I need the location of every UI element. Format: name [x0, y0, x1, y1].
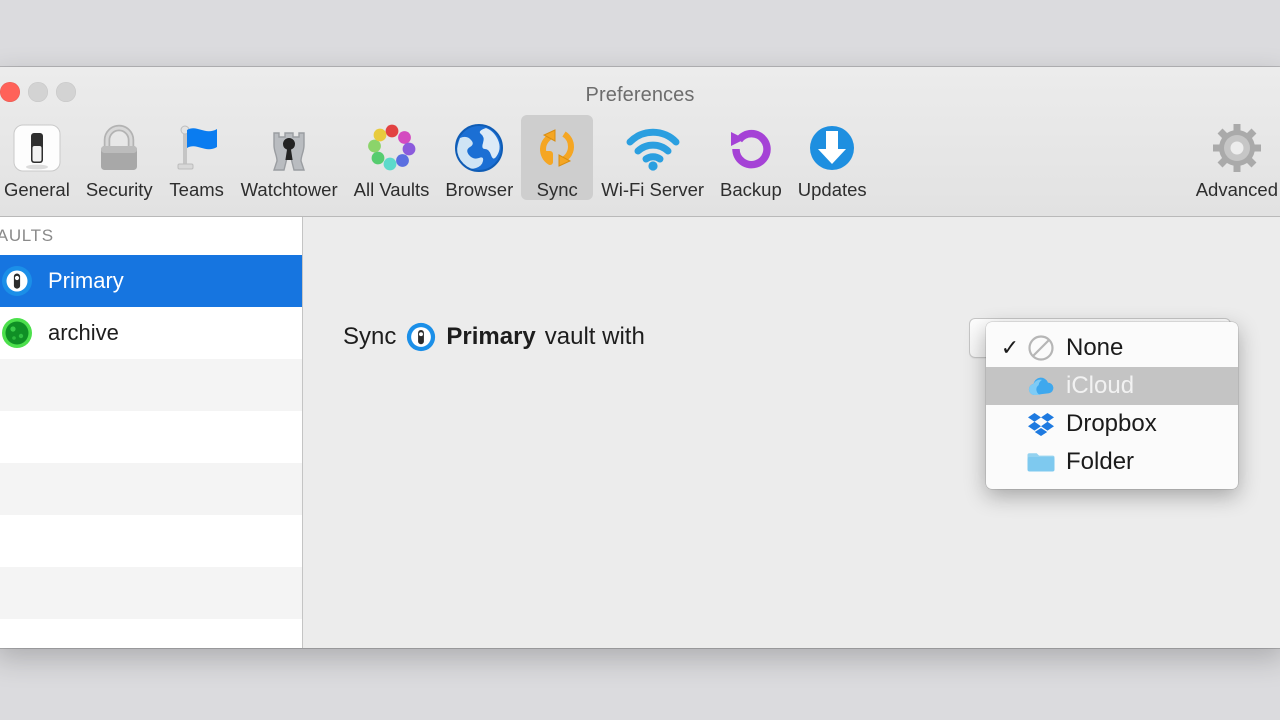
preferences-toolbar: General Security	[0, 115, 1280, 217]
toolbar-item-label: Backup	[720, 181, 782, 200]
toolbar-item-label: Security	[86, 181, 153, 200]
toolbar-item-label: General	[4, 181, 70, 200]
checkmark-icon: ✓	[996, 337, 1024, 359]
sync-target-menu: ✓ None	[986, 322, 1238, 489]
sync-vault-row: Sync Primary vault with	[343, 321, 645, 353]
toolbar-item-wifi-server[interactable]: Wi-Fi Server	[593, 115, 712, 200]
sync-vault-name: Primary	[446, 323, 535, 351]
general-switch-icon	[9, 120, 65, 176]
sidebar-empty-row	[0, 411, 302, 463]
sidebar-empty-row	[0, 619, 302, 648]
window-title: Preferences	[0, 84, 1280, 107]
sidebar-item-label: archive	[48, 320, 119, 346]
sidebar-item-archive[interactable]: archive	[0, 307, 302, 359]
sidebar-empty-row	[0, 515, 302, 567]
vault-blue-icon	[405, 321, 437, 353]
watchtower-turret-icon	[261, 120, 317, 176]
toolbar-item-label: Browser	[445, 181, 513, 200]
wifi-icon	[625, 120, 681, 176]
sidebar-empty-row	[0, 463, 302, 515]
menu-item-label: iCloud	[1058, 372, 1134, 400]
toolbar-item-general[interactable]: General	[0, 115, 78, 200]
menu-item-icloud[interactable]: iCloud	[986, 367, 1238, 405]
padlock-icon	[91, 120, 147, 176]
gear-icon	[1209, 120, 1265, 176]
sidebar-item-primary[interactable]: Primary	[0, 255, 302, 307]
menu-item-label: Folder	[1058, 448, 1134, 476]
toolbar-item-label: All Vaults	[354, 181, 430, 200]
toolbar-item-browser[interactable]: Browser	[437, 115, 521, 200]
toolbar-item-label: Watchtower	[241, 181, 338, 200]
prohibited-icon	[1024, 333, 1058, 363]
vault-green-icon	[0, 316, 34, 350]
blue-flag-icon	[169, 120, 225, 176]
sidebar-empty-row	[0, 567, 302, 619]
sync-pane: Sync Primary vault with	[303, 217, 1280, 648]
toolbar-item-sync[interactable]: Sync	[521, 115, 593, 200]
sync-prefix-label: Sync	[343, 323, 396, 351]
menu-item-none[interactable]: ✓ None	[986, 329, 1238, 367]
window-body: VAULTS Primary	[0, 217, 1280, 648]
download-circle-icon	[804, 120, 860, 176]
menu-item-label: None	[1058, 334, 1123, 362]
preferences-window: Preferences General	[0, 67, 1280, 648]
sidebar-section-header-label: VAULTS	[0, 226, 54, 246]
sidebar-section-header: VAULTS	[0, 217, 302, 255]
undo-circle-icon	[723, 120, 779, 176]
toolbar-item-updates[interactable]: Updates	[790, 115, 875, 200]
menu-item-label: Dropbox	[1058, 410, 1157, 438]
toolbar-item-label: Updates	[798, 181, 867, 200]
toolbar-item-advanced[interactable]: Advanced	[1188, 115, 1280, 200]
toolbar-item-label: Advanced	[1196, 181, 1278, 200]
dropbox-icon	[1024, 409, 1058, 439]
menu-item-folder[interactable]: Folder	[986, 443, 1238, 481]
icloud-icon	[1024, 371, 1058, 401]
sync-suffix-label: vault with	[545, 323, 645, 351]
menu-item-dropbox[interactable]: Dropbox	[986, 405, 1238, 443]
toolbar-item-label: Wi-Fi Server	[601, 181, 704, 200]
toolbar-item-watchtower[interactable]: Watchtower	[233, 115, 346, 200]
vaults-sidebar: VAULTS Primary	[0, 217, 303, 648]
color-dots-ring-icon	[364, 120, 420, 176]
folder-icon	[1024, 447, 1058, 477]
window-titlebar: Preferences General	[0, 67, 1280, 217]
toolbar-item-teams[interactable]: Teams	[161, 115, 233, 200]
toolbar-item-label: Sync	[537, 181, 578, 200]
toolbar-item-security[interactable]: Security	[78, 115, 161, 200]
toolbar-item-backup[interactable]: Backup	[712, 115, 790, 200]
toolbar-item-all-vaults[interactable]: All Vaults	[346, 115, 438, 200]
toolbar-item-label: Teams	[169, 181, 224, 200]
sidebar-empty-row	[0, 359, 302, 411]
vault-blue-icon	[0, 264, 34, 298]
globe-icon	[451, 120, 507, 176]
sync-arrows-icon	[529, 120, 585, 176]
sidebar-item-label: Primary	[48, 268, 124, 294]
